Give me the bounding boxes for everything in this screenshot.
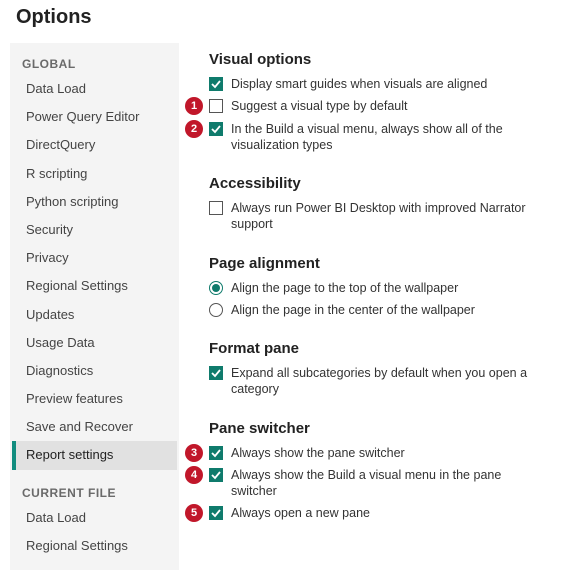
option-align-top[interactable]: Align the page to the top of the wallpap…	[209, 280, 549, 296]
sidebar-item-updates[interactable]: Updates	[12, 301, 177, 329]
callout-badge: 3	[185, 444, 203, 462]
option-narrator-support[interactable]: Always run Power BI Desktop with improve…	[209, 200, 549, 233]
sidebar-item-report-settings[interactable]: Report settings	[12, 441, 177, 469]
sidebar-item-regional-settings[interactable]: Regional Settings	[12, 532, 177, 560]
callout-badge: 2	[185, 120, 203, 138]
option-align-center[interactable]: Align the page in the center of the wall…	[209, 302, 549, 318]
heading-format-pane: Format pane	[209, 340, 549, 357]
option-label: Align the page in the center of the wall…	[231, 302, 475, 318]
callout-badge: 5	[185, 504, 203, 522]
heading-pane-switcher: Pane switcher	[209, 420, 549, 437]
sidebar-item-data-load[interactable]: Data Load	[12, 75, 177, 103]
sidebar-item-regional-settings[interactable]: Regional Settings	[12, 272, 177, 300]
sidebar-item-data-load[interactable]: Data Load	[12, 504, 177, 532]
callout-badge: 4	[185, 466, 203, 484]
checkbox-icon[interactable]	[209, 366, 223, 380]
sidebar-item-python-scripting[interactable]: Python scripting	[12, 188, 177, 216]
option-show-build-visual-menu[interactable]: 4 Always show the Build a visual menu in…	[209, 467, 549, 500]
option-open-new-pane[interactable]: 5 Always open a new pane	[209, 505, 549, 521]
option-show-pane-switcher[interactable]: 3 Always show the pane switcher	[209, 445, 549, 461]
dialog-body: GLOBAL Data LoadPower Query EditorDirect…	[10, 43, 555, 570]
checkbox-icon[interactable]	[209, 99, 223, 113]
sidebar-item-security[interactable]: Security	[12, 216, 177, 244]
checkbox-icon[interactable]	[209, 122, 223, 136]
sidebar-item-usage-data[interactable]: Usage Data	[12, 329, 177, 357]
options-dialog: Options GLOBAL Data LoadPower Query Edit…	[0, 0, 561, 588]
checkbox-icon[interactable]	[209, 201, 223, 215]
option-label: Expand all subcategories by default when…	[231, 365, 549, 398]
option-label: Always show the Build a visual menu in t…	[231, 467, 549, 500]
option-smart-guides[interactable]: Display smart guides when visuals are al…	[209, 76, 549, 92]
sidebar-item-privacy[interactable]: Privacy	[12, 244, 177, 272]
option-expand-subcategories[interactable]: Expand all subcategories by default when…	[209, 365, 549, 398]
checkbox-icon[interactable]	[209, 446, 223, 460]
option-label: In the Build a visual menu, always show …	[231, 121, 549, 154]
option-label: Always open a new pane	[231, 505, 370, 521]
option-label: Display smart guides when visuals are al…	[231, 76, 487, 92]
dialog-title: Options	[10, 6, 555, 43]
sidebar-item-directquery[interactable]: DirectQuery	[12, 131, 177, 159]
radio-icon[interactable]	[209, 281, 223, 295]
sidebar-item-power-query-editor[interactable]: Power Query Editor	[12, 103, 177, 131]
heading-page-alignment: Page alignment	[209, 255, 549, 272]
option-label: Always run Power BI Desktop with improve…	[231, 200, 549, 233]
sidebar-item-r-scripting[interactable]: R scripting	[12, 160, 177, 188]
checkbox-icon[interactable]	[209, 77, 223, 91]
sidebar-item-preview-features[interactable]: Preview features	[12, 385, 177, 413]
option-label: Always show the pane switcher	[231, 445, 405, 461]
radio-icon[interactable]	[209, 303, 223, 317]
heading-accessibility: Accessibility	[209, 175, 549, 192]
sidebar-item-save-and-recover[interactable]: Save and Recover	[12, 413, 177, 441]
callout-badge: 1	[185, 97, 203, 115]
option-label: Suggest a visual type by default	[231, 98, 408, 114]
content-area: Visual options Display smart guides when…	[179, 43, 555, 570]
option-suggest-visual-type[interactable]: 1 Suggest a visual type by default	[209, 98, 549, 114]
sidebar: GLOBAL Data LoadPower Query EditorDirect…	[10, 43, 179, 570]
checkbox-icon[interactable]	[209, 506, 223, 520]
sidebar-item-diagnostics[interactable]: Diagnostics	[12, 357, 177, 385]
heading-visual-options: Visual options	[209, 51, 549, 68]
sidebar-section-current-file: CURRENT FILE	[12, 480, 177, 504]
checkbox-icon[interactable]	[209, 468, 223, 482]
option-label: Align the page to the top of the wallpap…	[231, 280, 458, 296]
option-show-all-viz-types[interactable]: 2 In the Build a visual menu, always sho…	[209, 121, 549, 154]
sidebar-section-global: GLOBAL	[12, 51, 177, 75]
